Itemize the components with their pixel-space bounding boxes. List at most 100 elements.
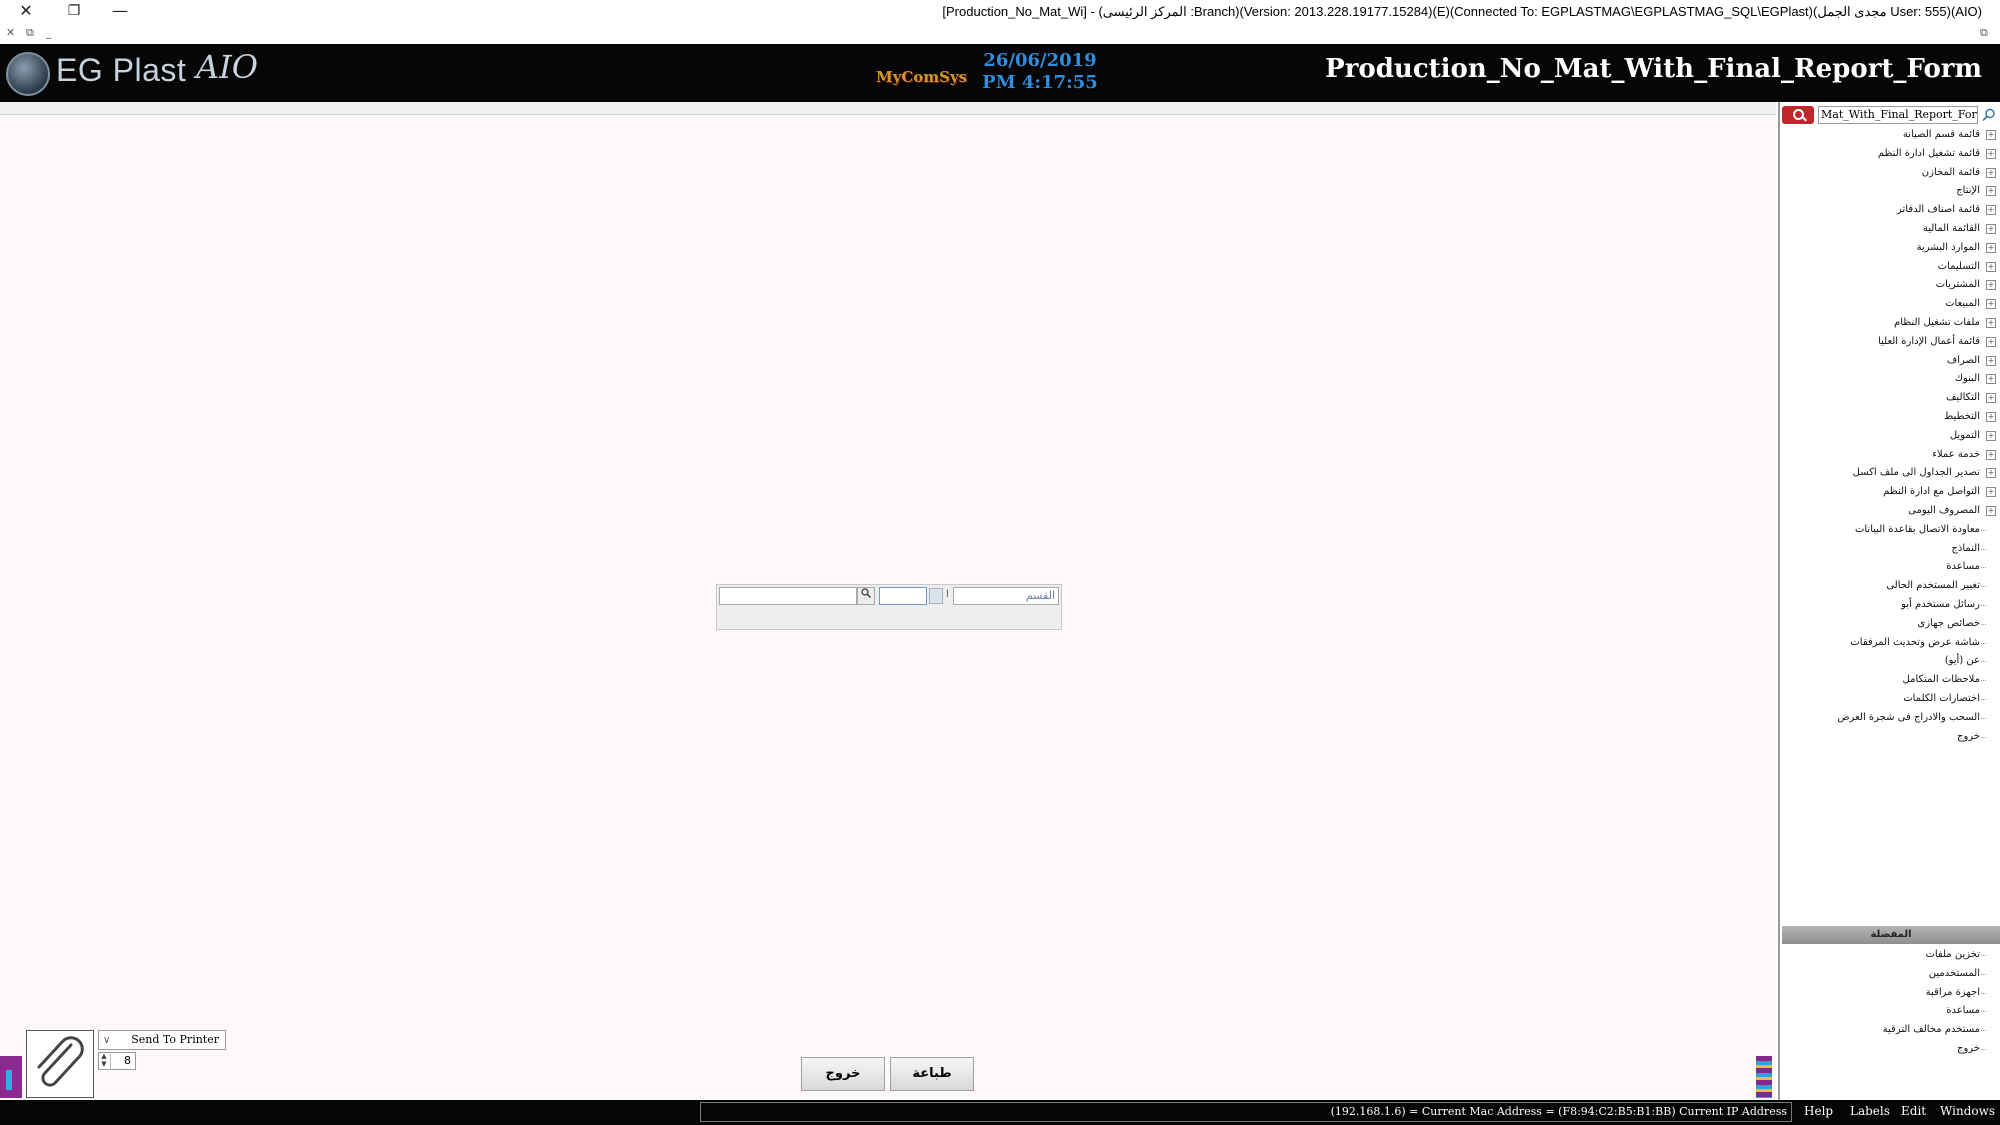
tree-item[interactable]: + قائمة تشغيل ادارة النظم <box>1786 145 1996 164</box>
tree-item[interactable]: + القائمة المالية <box>1786 220 1996 239</box>
expand-icon[interactable]: + <box>1986 393 1996 404</box>
tree-item[interactable]: + التخطيط <box>1786 408 1996 427</box>
tree-item[interactable]: + المبيعات <box>1786 295 1996 314</box>
expand-icon[interactable]: + <box>1986 299 1996 310</box>
lookup-result-input[interactable] <box>719 587 857 605</box>
tree-item[interactable]: + خدمة عملاء <box>1786 446 1996 465</box>
copies-spinner-icon[interactable]: ▲ ▼ <box>98 1052 111 1070</box>
tree-item[interactable]: ملاحظات المتكامل <box>1786 671 1996 690</box>
tree-connector <box>1981 604 1986 606</box>
expand-icon[interactable]: + <box>1986 130 1996 140</box>
expand-icon[interactable]: + <box>1986 223 1996 234</box>
tree-item[interactable]: + المشتريات <box>1786 276 1996 295</box>
tree-item[interactable]: + المصروف اليومى <box>1786 502 1996 521</box>
tree-item[interactable]: + الصراف <box>1786 352 1996 371</box>
mdi-restore-right-icon[interactable]: ⧉ <box>1980 26 1988 40</box>
tree-search-input[interactable]: Mat_With_Final_Report_Form <box>1818 106 1978 124</box>
expand-icon[interactable]: + <box>1986 430 1996 441</box>
favorite-item[interactable]: خروج <box>1786 1040 1996 1059</box>
expand-icon[interactable]: + <box>1986 487 1996 498</box>
tree-item-label: ملاحظات المتكامل <box>1902 674 1980 686</box>
department-name-input[interactable]: القسم <box>953 587 1059 605</box>
menu-windows[interactable]: Windows <box>1940 1104 1995 1118</box>
tree-item[interactable]: + التمويل <box>1786 427 1996 446</box>
paperclip-icon <box>37 1036 84 1087</box>
tree-item[interactable]: رسائل مستخدم أبو <box>1786 596 1996 615</box>
mdi-restore-icon[interactable]: ⧉ <box>26 26 34 40</box>
attachment-button[interactable] <box>26 1030 94 1098</box>
tree-item[interactable]: اختصارات الكلمات <box>1786 690 1996 709</box>
status-bar: (192.168.1.6) = Current Mac Address = (F… <box>0 1100 2000 1125</box>
tree-item[interactable]: + قائمة اصناف الدفاتر <box>1786 201 1996 220</box>
expand-icon[interactable]: + <box>1986 242 1996 253</box>
mdi-close-icon[interactable]: ✕ <box>6 26 15 39</box>
mdi-minimize-icon[interactable]: _ <box>46 26 52 39</box>
expand-icon[interactable]: + <box>1986 205 1996 216</box>
favorite-item[interactable]: مساعدة <box>1786 1002 1996 1021</box>
expand-icon[interactable]: + <box>1986 261 1996 272</box>
expand-icon[interactable]: + <box>1986 167 1996 178</box>
expand-icon[interactable]: + <box>1986 186 1996 197</box>
expand-icon[interactable]: + <box>1986 505 1996 516</box>
expand-icon[interactable]: + <box>1986 355 1996 366</box>
window-close-icon[interactable]: ✕ <box>6 0 46 24</box>
tree-item[interactable]: + الإنتاج <box>1786 182 1996 201</box>
tree-item[interactable]: مساعدة <box>1786 558 1996 577</box>
expand-icon[interactable]: + <box>1986 317 1996 328</box>
tree-item[interactable]: عن (أيو) <box>1786 652 1996 671</box>
tree-item[interactable]: شاشة عرض وتحديث المرفقات <box>1786 634 1996 653</box>
window-minimize-icon[interactable]: — <box>100 0 140 24</box>
app-header: EG Plast AIO MyComSys 26/06/2019 PM 4:17… <box>0 44 2000 102</box>
menu-edit[interactable]: Edit <box>1901 1104 1926 1118</box>
tree-search-button[interactable] <box>1782 106 1814 124</box>
expand-icon[interactable]: + <box>1986 148 1996 159</box>
tree-item[interactable]: + البنوك <box>1786 370 1996 389</box>
lookup-search-button[interactable] <box>857 587 875 605</box>
menu-help[interactable]: Help <box>1804 1104 1833 1118</box>
favorite-item[interactable]: مستخدم مخالف الترقية <box>1786 1021 1996 1040</box>
tree-item[interactable]: خصائص جهازى <box>1786 615 1996 634</box>
tree-item[interactable]: معاودة الاتصال بقاعدة البيانات <box>1786 521 1996 540</box>
tree-item[interactable]: + ملفات تشغيل النظام <box>1786 314 1996 333</box>
tree-item-label: خدمة عملاء <box>1932 448 1980 460</box>
tree-item-label: ملفات تشغيل النظام <box>1894 316 1980 328</box>
color-bar-icon[interactable] <box>1756 1056 1772 1098</box>
search-icon[interactable] <box>1982 108 1996 122</box>
department-code-input[interactable] <box>879 587 927 605</box>
menu-tree: + قائمة قسم الصيانة + قائمة تشغيل ادارة الن… <box>1786 126 1996 746</box>
tree-item[interactable]: + التسليمات <box>1786 258 1996 277</box>
tree-item[interactable]: تغيير المستخدم الحالى <box>1786 577 1996 596</box>
exit-button[interactable]: خروج <box>801 1057 885 1091</box>
expand-icon[interactable]: + <box>1986 336 1996 347</box>
print-button[interactable]: طباعة <box>890 1057 974 1091</box>
expand-icon[interactable]: + <box>1986 374 1996 385</box>
favorite-item-label: خروج <box>1957 1042 1980 1054</box>
favorite-item[interactable]: اجهزة مراقبة <box>1786 984 1996 1003</box>
header-time: PM 4:17:55 <box>982 72 1098 93</box>
tree-item[interactable]: + التواصل مع ادارة النظم <box>1786 483 1996 502</box>
separator-label: ا <box>946 589 949 600</box>
app-mini-icon[interactable] <box>0 1056 22 1098</box>
tree-connector <box>1981 717 1986 719</box>
window-restore-icon[interactable]: ❐ <box>54 0 94 24</box>
tree-item[interactable]: السحب والادراج فى شجرة العرض <box>1786 709 1996 728</box>
tree-item[interactable]: + قائمة المخازن <box>1786 164 1996 183</box>
expand-icon[interactable]: + <box>1986 468 1996 479</box>
expand-icon[interactable]: + <box>1986 411 1996 422</box>
code-spinner-icon[interactable] <box>929 588 943 604</box>
menu-labels[interactable]: Labels <box>1850 1104 1890 1118</box>
tree-item[interactable]: خروج <box>1786 728 1996 747</box>
tree-item[interactable]: + قائمة أعمال الإدارة العليا <box>1786 333 1996 352</box>
tree-item[interactable]: + التكاليف <box>1786 389 1996 408</box>
print-destination-select[interactable]: ∨ Send To Printer <box>98 1030 226 1050</box>
favorite-item[interactable]: تخزين ملفات <box>1786 946 1996 965</box>
tree-item[interactable]: + الموارد البشرية <box>1786 239 1996 258</box>
tree-item[interactable]: النماذج <box>1786 540 1996 559</box>
logo-text: EG Plast <box>56 52 187 88</box>
expand-icon[interactable]: + <box>1986 449 1996 460</box>
expand-icon[interactable]: + <box>1986 280 1996 291</box>
tree-item[interactable]: + قائمة قسم الصيانة <box>1786 126 1996 145</box>
favorite-item-label: المستخدمين <box>1928 967 1980 979</box>
favorite-item[interactable]: المستخدمين <box>1786 965 1996 984</box>
tree-item[interactable]: + تصدير الجداول الى ملف اكسل <box>1786 464 1996 483</box>
